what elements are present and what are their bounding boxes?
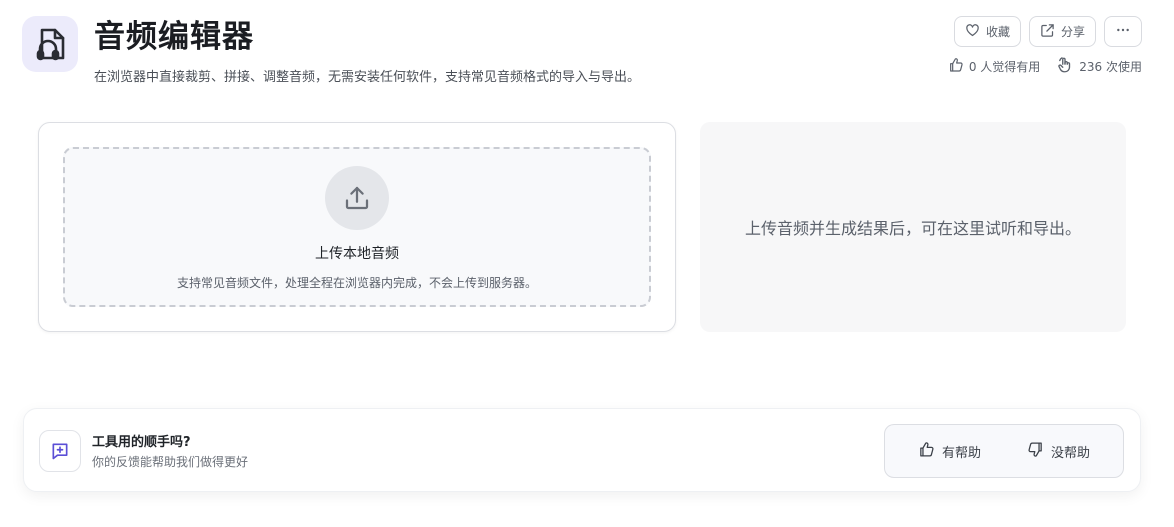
helpful-button[interactable]: 有帮助 <box>918 441 981 462</box>
favorite-button[interactable]: 收藏 <box>953 16 1021 47</box>
upload-label: 上传本地音频 <box>315 246 399 262</box>
not-helpful-label: 没帮助 <box>1050 445 1090 461</box>
result-panel: 上传音频并生成结果后，可在这里试听和导出。 <box>700 122 1126 332</box>
likes-stat: 0 人觉得有用 <box>948 56 1040 77</box>
page-title: 音频编辑器 <box>94 19 254 55</box>
more-horizontal-icon <box>1115 22 1131 41</box>
heart-icon <box>965 23 980 41</box>
likes-count: 0 人觉得有用 <box>968 60 1041 74</box>
feedback-subtitle: 你的反馈能帮助我们做得更好 <box>92 455 249 469</box>
share-icon <box>1040 23 1055 41</box>
uses-count: 236 次使用 <box>1079 60 1142 74</box>
pointer-icon <box>1056 56 1074 77</box>
thumbs-up-icon <box>918 441 935 462</box>
share-label: 分享 <box>1060 25 1085 39</box>
result-placeholder: 上传音频并生成结果后，可在这里试听和导出。 <box>744 219 1081 238</box>
more-button[interactable] <box>1104 16 1142 47</box>
header-actions: 收藏 分享 <box>953 16 1142 47</box>
share-button[interactable]: 分享 <box>1028 16 1096 47</box>
uses-stat: 236 次使用 <box>1056 56 1142 77</box>
favorite-label: 收藏 <box>985 25 1010 39</box>
audio-file-icon <box>22 16 78 72</box>
not-helpful-button[interactable]: 没帮助 <box>1027 441 1090 462</box>
helpful-label: 有帮助 <box>941 445 981 461</box>
upload-icon <box>325 166 389 230</box>
page-subtitle: 在浏览器中直接裁剪、拼接、调整音频，无需安装任何软件，支持常见音频格式的导入与导… <box>94 70 641 85</box>
thumbs-up-icon <box>948 57 964 76</box>
upload-hint: 支持常见音频文件，处理全程在浏览器内完成，不会上传到服务器。 <box>176 276 537 290</box>
feedback-bar: 工具用的顺手吗? 你的反馈能帮助我们做得更好 有帮助 没帮助 <box>23 408 1141 492</box>
upload-card: 上传本地音频 支持常见音频文件，处理全程在浏览器内完成，不会上传到服务器。 <box>38 122 676 332</box>
feedback-buttons: 有帮助 没帮助 <box>884 424 1124 478</box>
thumbs-down-icon <box>1027 441 1044 462</box>
upload-dropzone[interactable]: 上传本地音频 支持常见音频文件，处理全程在浏览器内完成，不会上传到服务器。 <box>63 147 651 307</box>
message-plus-icon <box>39 430 81 472</box>
page-header: 音频编辑器 在浏览器中直接裁剪、拼接、调整音频，无需安装任何软件，支持常见音频格… <box>22 16 1152 86</box>
feedback-title: 工具用的顺手吗? <box>92 435 191 450</box>
usage-stats: 0 人觉得有用 236 次使用 <box>948 56 1142 77</box>
